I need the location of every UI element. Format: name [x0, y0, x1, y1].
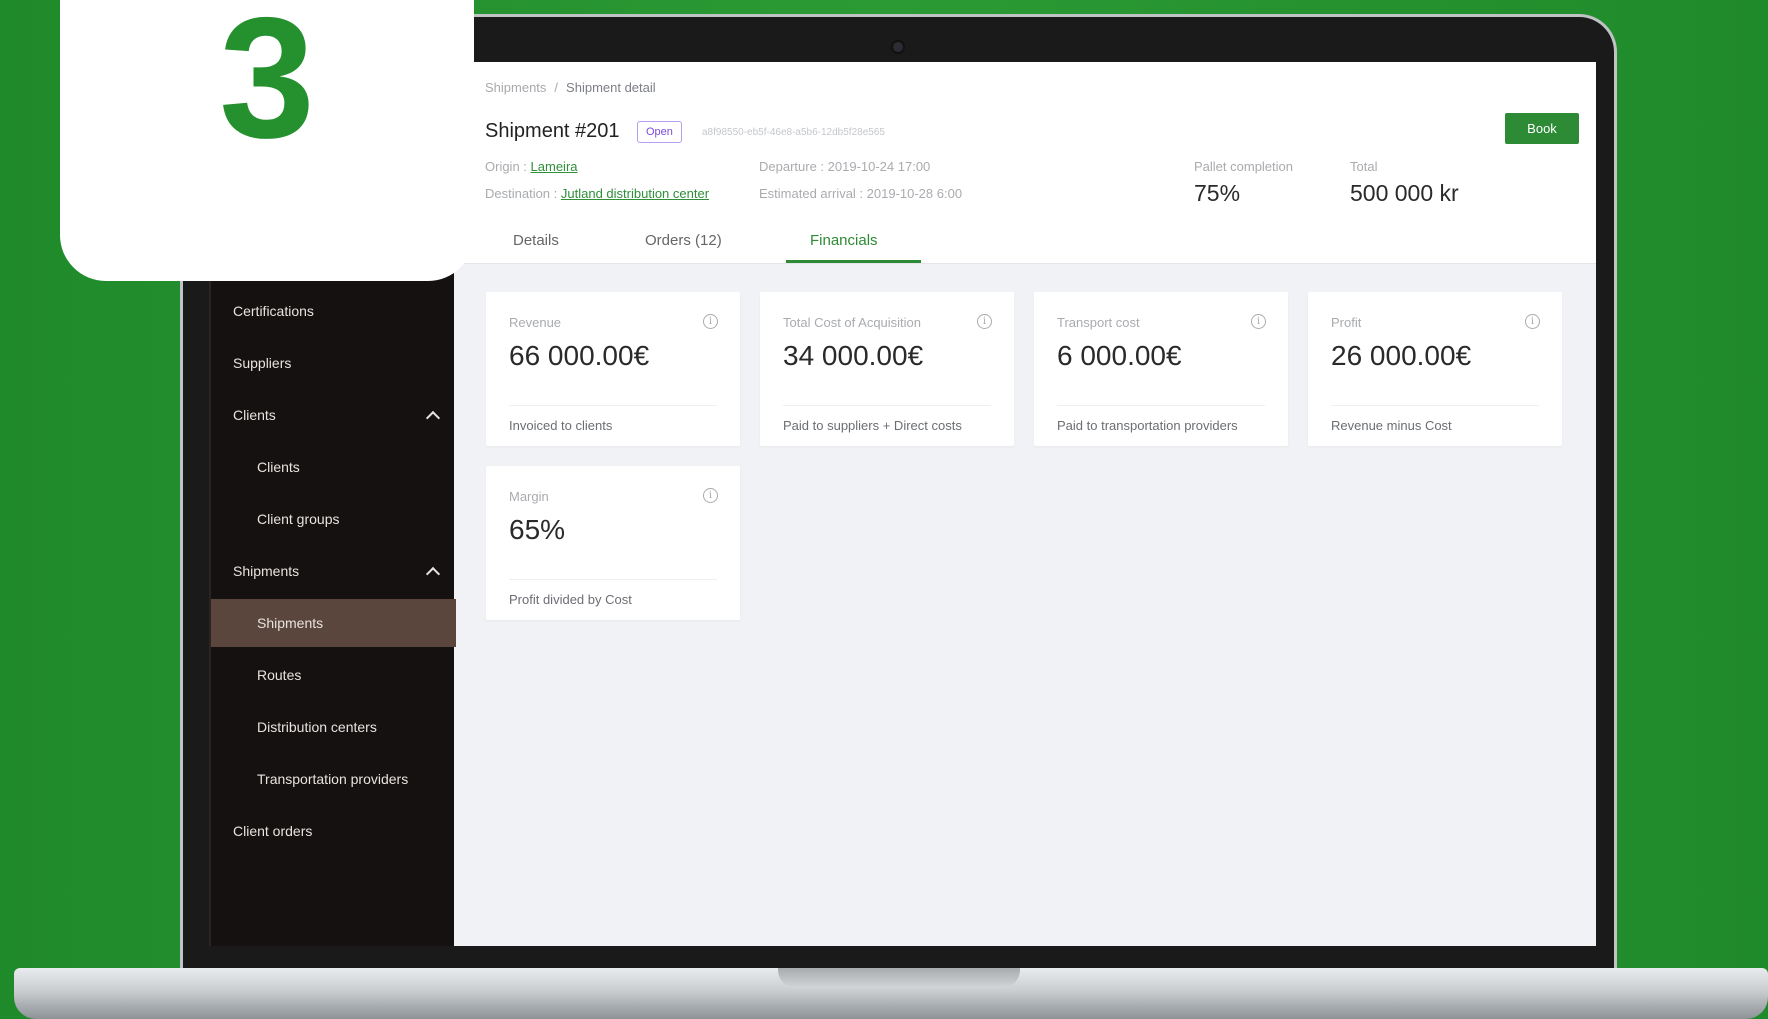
sidebar-item-transportation-providers[interactable]: Transportation providers [211, 755, 456, 803]
card-value: 6 000.00€ [1057, 340, 1182, 371]
sidebar-item-suppliers[interactable]: Suppliers [211, 339, 456, 387]
departure-text: Departure : 2019-10-24 17:00 [759, 159, 931, 174]
arrival-text: Estimated arrival : 2019-10-28 6:00 [759, 186, 963, 201]
breadcrumb-current: Shipment detail [566, 80, 656, 95]
status-badge: Open [637, 121, 682, 143]
card-divider [509, 405, 717, 406]
origin-link[interactable]: Lameira [531, 159, 578, 174]
info-icon[interactable]: i [703, 314, 718, 329]
origin-label: Origin : [485, 159, 527, 174]
active-tab-indicator [786, 260, 921, 263]
origin-row: Origin : Lameira [485, 159, 578, 174]
sidebar-item-label: Transportation providers [257, 771, 409, 787]
card-value: 26 000.00€ [1331, 340, 1472, 371]
sidebar-item-label: Clients [233, 407, 276, 423]
card-footer: Paid to suppliers + Direct costs [783, 418, 962, 433]
main-content: Shipments / Shipment detail Shipment #201 … [454, 62, 1596, 946]
shipment-uuid: a8f98550-eb5f-46e8-a5b6-12db5f28e565 [702, 127, 885, 138]
camera-icon [891, 40, 905, 54]
total-value: 500 000 kr [1350, 180, 1459, 206]
book-button[interactable]: Book [1505, 113, 1579, 144]
shipment-header: Shipments / Shipment detail Shipment #201 … [454, 62, 1596, 264]
sidebar-item-label: Shipments [257, 615, 324, 631]
sidebar-item-distribution-centers[interactable]: Distribution centers [211, 703, 456, 751]
profit-card: Profit i 26 000.00€ Revenue minus Cost [1308, 292, 1562, 446]
sidebar-item-label: Clients [257, 459, 300, 475]
card-value: 34 000.00€ [783, 340, 924, 371]
tab-orders[interactable]: Orders (12) [645, 232, 722, 249]
step-number: 3 [219, 0, 315, 174]
sidebar-item-label: Distribution centers [257, 719, 377, 735]
sidebar-item-clients[interactable]: Clients [211, 443, 456, 491]
card-divider [1057, 405, 1265, 406]
info-icon[interactable]: i [1525, 314, 1540, 329]
card-divider [509, 579, 717, 580]
card-footer: Invoiced to clients [509, 418, 613, 433]
info-icon[interactable]: i [977, 314, 992, 329]
card-divider [783, 405, 991, 406]
tab-details[interactable]: Details [513, 232, 559, 249]
card-divider [1331, 405, 1539, 406]
info-icon[interactable]: i [703, 488, 718, 503]
chevron-up-icon [425, 410, 441, 426]
pallet-completion-value: 75% [1194, 180, 1241, 206]
card-footer: Revenue minus Cost [1331, 418, 1452, 433]
sidebar-item-shipments[interactable]: Shipments [211, 599, 456, 647]
step-badge: 3 [60, 0, 474, 281]
pallet-completion-label: Pallet completion [1194, 159, 1293, 174]
page-title: Shipment #201 [485, 120, 620, 142]
card-label: Profit [1331, 315, 1362, 330]
sidebar-group-clients[interactable]: Clients [211, 391, 456, 439]
sidebar-item-certifications[interactable]: Certifications [211, 287, 456, 335]
sidebar-item-label: Shipments [233, 563, 300, 579]
tab-financials[interactable]: Financials [810, 232, 878, 249]
sidebar-item-label: Routes [257, 667, 302, 683]
sidebar-item-label: Client orders [233, 823, 313, 839]
revenue-card: Revenue i 66 000.00€ Invoiced to clients [486, 292, 740, 446]
chevron-up-icon [425, 566, 441, 582]
sidebar-item-label: Certifications [233, 303, 314, 319]
card-label: Transport cost [1057, 315, 1140, 330]
sidebar-group-shipments[interactable]: Shipments [211, 547, 456, 595]
sidebar-item-client-orders[interactable]: Client orders [211, 807, 456, 855]
total-label: Total [1350, 159, 1378, 174]
destination-row: Destination : Jutland distribution cente… [485, 186, 709, 201]
breadcrumb: Shipments / Shipment detail [485, 80, 656, 95]
card-label: Revenue [509, 315, 562, 330]
card-value: 65% [509, 514, 566, 545]
laptop-notch [778, 968, 1020, 988]
card-footer: Paid to transportation providers [1057, 418, 1238, 433]
sidebar-item-label: Suppliers [233, 355, 292, 371]
sidebar-item-client-groups[interactable]: Client groups [211, 495, 456, 543]
destination-link[interactable]: Jutland distribution center [561, 186, 709, 201]
card-footer: Profit divided by Cost [509, 592, 632, 607]
total-cost-card: Total Cost of Acquisition i 34 000.00€ P… [760, 292, 1014, 446]
card-label: Total Cost of Acquisition [783, 315, 922, 330]
card-value: 66 000.00€ [509, 340, 650, 371]
destination-label: Destination : [485, 186, 558, 201]
card-label: Margin [509, 489, 549, 504]
transport-cost-card: Transport cost i 6 000.00€ Paid to trans… [1034, 292, 1288, 446]
sidebar-item-routes[interactable]: Routes [211, 651, 456, 699]
margin-card: Margin i 65% Profit divided by Cost [486, 466, 740, 620]
sidebar-item-label: Client groups [257, 511, 340, 527]
breadcrumb-separator: / [554, 80, 559, 95]
breadcrumb-parent[interactable]: Shipments [485, 80, 546, 95]
info-icon[interactable]: i [1251, 314, 1266, 329]
